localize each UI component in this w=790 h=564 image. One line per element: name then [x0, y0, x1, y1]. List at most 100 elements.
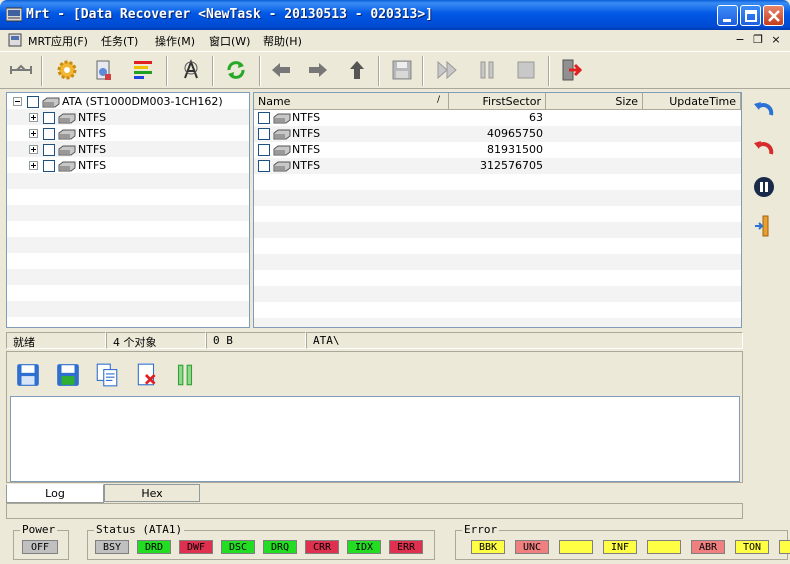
row-checkbox[interactable] — [258, 112, 270, 124]
horizontal-scrollbar[interactable] — [6, 503, 743, 519]
arrow-left-icon — [272, 63, 290, 77]
undo-icon[interactable] — [752, 98, 776, 122]
table-row[interactable]: NTFS 81931500 — [254, 142, 741, 158]
title-bar[interactable]: Mrt - [Data Recoverer <NewTask - 2013051… — [0, 0, 790, 30]
log-pause-button[interactable] — [172, 362, 198, 388]
menu-mrt-app[interactable]: MRT应用(F) — [28, 33, 88, 49]
error-group: Error BBK UNC INF ABR TON — [455, 523, 790, 560]
status-object-count: 4 个对象 — [106, 332, 206, 349]
mdi-close-button[interactable]: × — [769, 33, 783, 47]
refresh-icon — [227, 61, 245, 79]
up-button[interactable] — [342, 55, 372, 85]
minimize-icon — [723, 19, 731, 22]
tree-checkbox[interactable] — [43, 112, 55, 124]
table-row[interactable]: NTFS 63 — [254, 110, 741, 126]
log-save-button[interactable] — [15, 362, 41, 388]
sector-map-button[interactable] — [128, 55, 158, 85]
led-dsc: DSC — [221, 540, 255, 554]
toolbar-separator — [212, 56, 214, 86]
disk-info-button[interactable] — [88, 55, 118, 85]
connect-button[interactable] — [6, 55, 36, 85]
refresh-button[interactable] — [221, 55, 251, 85]
menu-window[interactable]: 窗口(W) — [209, 33, 250, 49]
led-abr: ABR — [691, 540, 725, 554]
log-clear-button[interactable] — [134, 362, 160, 388]
split-panel-icon[interactable] — [752, 214, 776, 238]
row-checkbox[interactable] — [258, 144, 270, 156]
tree-node-partition[interactable]: NTFS — [7, 158, 249, 174]
tab-hex[interactable]: Hex — [104, 484, 200, 502]
tree-node-label: NTFS — [78, 127, 107, 140]
pause-icon — [480, 61, 494, 79]
table-row[interactable]: NTFS 312576705 — [254, 158, 741, 174]
expand-icon[interactable] — [29, 129, 38, 138]
pause-circle-icon[interactable] — [752, 175, 776, 199]
power-group: Power OFF — [13, 523, 69, 560]
hard-disk-icon — [273, 113, 291, 124]
log-output[interactable] — [10, 396, 740, 482]
menu-help[interactable]: 帮助(H) — [263, 33, 302, 49]
tree-node-partition[interactable]: NTFS — [7, 110, 249, 126]
close-icon — [768, 10, 780, 22]
fast-forward-button[interactable] — [432, 55, 462, 85]
exit-button[interactable] — [556, 55, 586, 85]
table-row[interactable]: NTFS 40965750 — [254, 126, 741, 142]
maximize-button[interactable] — [740, 5, 761, 26]
back-button[interactable] — [266, 55, 296, 85]
expand-icon[interactable] — [29, 113, 38, 122]
delete-document-icon — [137, 363, 156, 386]
locate-button[interactable] — [176, 55, 206, 85]
expand-icon[interactable] — [29, 145, 38, 154]
toolbar-separator — [378, 56, 380, 86]
floppy-icon — [392, 60, 412, 80]
drive-status-bar: Power OFF Status (ATA1) BSY DRD DWF DSC DRQ C… — [0, 520, 790, 564]
tree-node-partition[interactable]: NTFS — [7, 126, 249, 142]
tab-log[interactable]: Log — [6, 484, 104, 503]
menu-task[interactable]: 任务(T) — [101, 33, 138, 49]
column-header-first-sector[interactable]: FirstSector — [449, 93, 546, 110]
forward-button[interactable] — [303, 55, 333, 85]
mdi-restore-button[interactable]: ❐ — [751, 33, 765, 47]
stop-icon — [517, 61, 535, 79]
partition-list[interactable]: Name / FirstSector Size UpdateTime NTFS … — [253, 92, 742, 328]
row-checkbox[interactable] — [258, 128, 270, 140]
document-icon[interactable] — [8, 33, 22, 47]
tree-checkbox[interactable] — [43, 144, 55, 156]
led-err: ERR — [389, 540, 423, 554]
column-header-size[interactable]: Size — [546, 93, 643, 110]
tree-node-partition[interactable]: NTFS — [7, 142, 249, 158]
close-button[interactable] — [763, 5, 784, 26]
settings-button[interactable] — [52, 55, 82, 85]
connect-icon — [10, 64, 32, 74]
tree-checkbox[interactable] — [43, 160, 55, 172]
column-header-name[interactable]: Name / — [254, 93, 449, 110]
led-unc: UNC — [515, 540, 549, 554]
log-copy-button[interactable] — [94, 362, 120, 388]
minimize-button[interactable] — [717, 5, 738, 26]
device-tree[interactable]: ATA (ST1000DM003-1CH162) NTFS NTFS NTFS … — [6, 92, 250, 328]
tree-checkbox[interactable] — [43, 128, 55, 140]
tree-node-root[interactable]: ATA (ST1000DM003-1CH162) — [7, 94, 249, 110]
column-header-update-time[interactable]: UpdateTime — [643, 93, 741, 110]
save-button[interactable] — [387, 55, 417, 85]
hard-disk-icon — [42, 97, 60, 108]
redo-icon[interactable] — [752, 137, 776, 161]
pause-button[interactable] — [472, 55, 502, 85]
hard-disk-icon — [58, 161, 76, 172]
log-save-as-button[interactable] — [55, 362, 81, 388]
cell-first-sector: 63 — [529, 111, 543, 124]
expand-icon[interactable] — [29, 161, 38, 170]
tree-checkbox[interactable] — [27, 96, 39, 108]
led-ton: TON — [735, 540, 769, 554]
toolbar-separator — [259, 56, 261, 86]
copy-icon — [96, 363, 118, 387]
menu-operation[interactable]: 操作(M) — [155, 33, 195, 49]
collapse-icon[interactable] — [13, 97, 22, 106]
toolbar-separator — [166, 56, 168, 86]
cell-name: NTFS — [292, 159, 321, 172]
row-checkbox[interactable] — [258, 160, 270, 172]
stop-button[interactable] — [511, 55, 541, 85]
pause-icon — [177, 364, 193, 386]
mdi-minimize-button[interactable]: − — [733, 33, 747, 47]
led-drq: DRQ — [263, 540, 297, 554]
